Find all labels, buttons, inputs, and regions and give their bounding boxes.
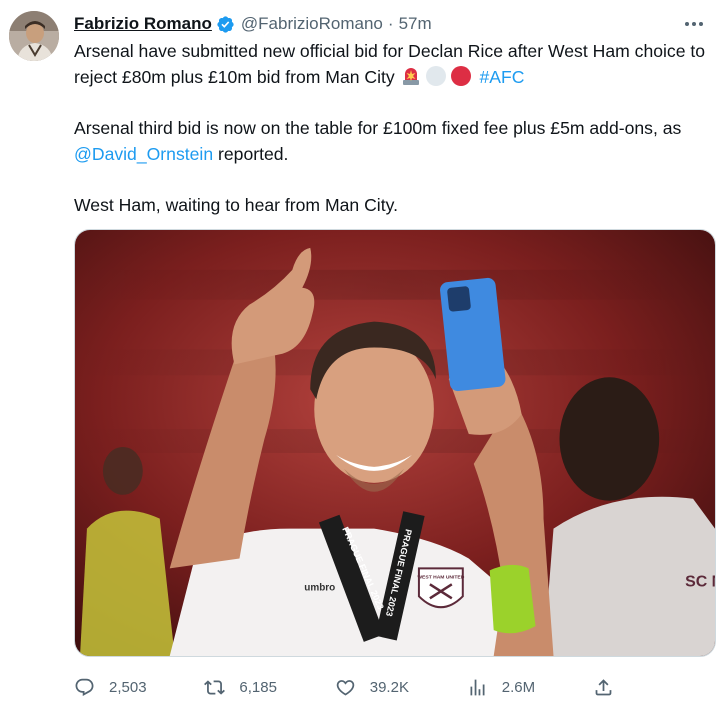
tweet-paragraph-1: Arsenal have submitted new official bid … <box>74 38 706 90</box>
tweet: Fabrizio Romano @FabrizioRomano · 57m Ar… <box>0 0 720 717</box>
retweet-button[interactable]: 6,185 <box>204 677 277 698</box>
reply-button[interactable]: 2,503 <box>74 677 147 698</box>
hashtag-afc-link[interactable]: #AFC <box>480 67 525 87</box>
like-count: 39.2K <box>369 678 409 696</box>
siren-icon <box>402 68 419 85</box>
timestamp[interactable]: 57m <box>399 14 432 34</box>
views-chart-icon <box>470 679 485 695</box>
author-name[interactable]: Fabrizio Romano <box>74 14 212 34</box>
separator-dot: · <box>387 14 394 33</box>
mention-link[interactable]: @David_Ornstein <box>74 144 213 164</box>
retweet-count: 6,185 <box>239 678 277 696</box>
reply-icon <box>75 678 94 696</box>
heart-icon <box>336 679 355 696</box>
like-button[interactable]: 39.2K <box>335 677 409 698</box>
paragraph-2-after: reported. <box>213 144 289 164</box>
paragraph-1-text: Arsenal have submitted new official bid … <box>74 41 706 87</box>
tweet-paragraph-3: West Ham, waiting to hear from Man City. <box>74 195 398 215</box>
background-shirt-text: SC MAR <box>685 573 715 590</box>
white-circle-icon <box>425 66 446 86</box>
tweet-photo[interactable]: SC MAR PRAGUE FINAL 2023 PRAGUE FINAL 20… <box>74 229 716 657</box>
crest-text: WEST HAM UNITED <box>417 574 464 580</box>
photo-image: SC MAR PRAGUE FINAL 2023 PRAGUE FINAL 20… <box>75 230 715 656</box>
tweet-text: Arsenal have submitted new official bid … <box>74 38 706 243</box>
paragraph-2-before: Arsenal third bid is now on the table fo… <box>74 118 682 138</box>
share-icon <box>595 678 612 695</box>
avatar[interactable] <box>9 11 59 61</box>
author-handle[interactable]: @FabrizioRomano <box>241 14 383 34</box>
more-options-icon[interactable] <box>682 12 706 36</box>
reply-count: 2,503 <box>109 678 147 696</box>
share-button[interactable] <box>593 677 614 698</box>
verified-badge-icon <box>217 15 234 33</box>
sponsor-text: umbro <box>304 582 335 593</box>
tweet-header: Fabrizio Romano @FabrizioRomano · 57m <box>74 12 708 36</box>
tweet-actions: 2,503 6,185 39.2K 2.6M <box>74 671 614 703</box>
views-button[interactable]: 2.6M <box>467 677 535 698</box>
tweet-paragraph-2: Arsenal third bid is now on the table fo… <box>74 115 706 167</box>
retweet-icon <box>204 679 226 695</box>
avatar-photo <box>9 11 59 61</box>
red-circle-icon <box>450 66 471 86</box>
views-count: 2.6M <box>501 678 536 696</box>
